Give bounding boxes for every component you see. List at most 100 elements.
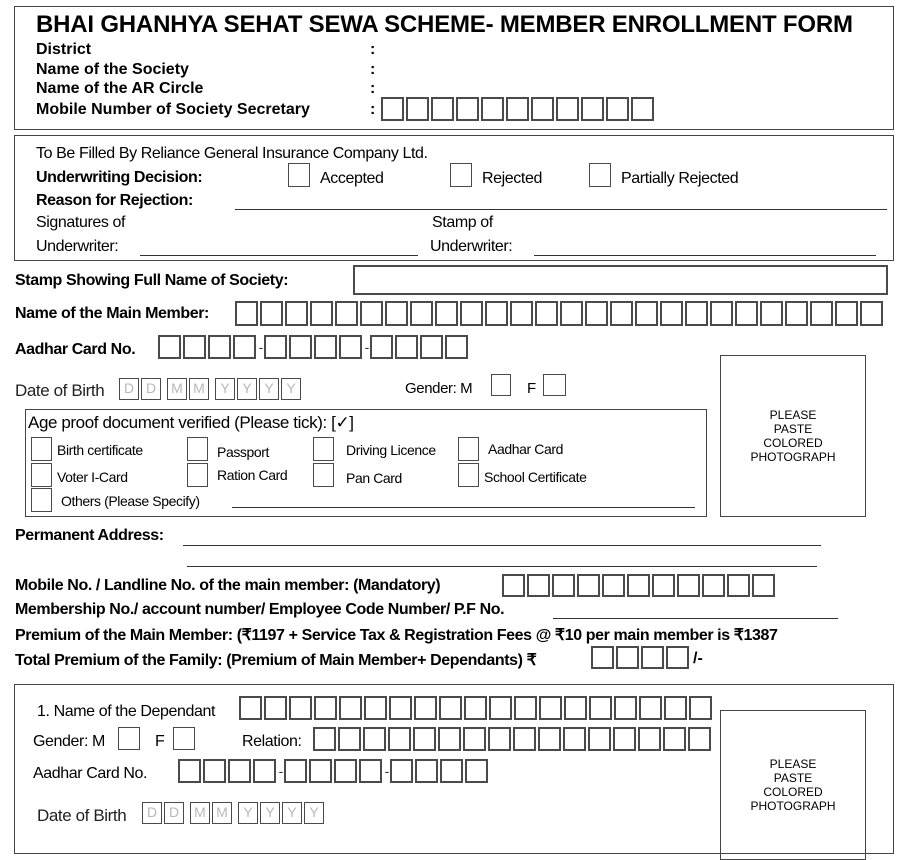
char-box[interactable] (677, 574, 700, 597)
char-box[interactable] (513, 727, 536, 751)
char-box[interactable] (585, 301, 608, 326)
char-box[interactable] (531, 97, 554, 121)
main-member-photo-box[interactable]: PLEASE PASTE COLORED PHOTOGRAPH (720, 355, 866, 517)
char-box[interactable] (627, 574, 650, 597)
char-box[interactable] (602, 574, 625, 597)
char-box[interactable] (610, 301, 633, 326)
char-box[interactable] (688, 727, 711, 751)
char-box[interactable] (631, 97, 654, 121)
dependant-gender-m-checkbox[interactable] (118, 727, 140, 750)
birth-certificate-checkbox[interactable] (31, 437, 52, 461)
char-box[interactable] (514, 696, 537, 720)
aadhar-digit-box[interactable] (233, 335, 256, 359)
ration-card-checkbox[interactable] (187, 463, 208, 487)
aadhar-digit-box[interactable] (284, 759, 307, 783)
dob-digit-box[interactable]: D (142, 802, 162, 824)
accepted-checkbox[interactable] (288, 163, 310, 187)
others-specify-field[interactable] (232, 492, 695, 508)
char-box[interactable] (638, 727, 661, 751)
aadhar-digit-box[interactable] (158, 335, 181, 359)
char-box[interactable] (456, 97, 479, 121)
dependant-name-boxes[interactable] (239, 696, 714, 720)
char-box[interactable] (260, 301, 283, 326)
dob-digit-box[interactable]: M (212, 802, 232, 824)
char-box[interactable] (314, 696, 337, 720)
district-field[interactable] (380, 41, 860, 59)
ar-circle-field[interactable] (380, 80, 860, 98)
char-box[interactable] (313, 727, 336, 751)
char-box[interactable] (613, 727, 636, 751)
char-box[interactable] (385, 301, 408, 326)
char-box[interactable] (389, 696, 412, 720)
char-box[interactable] (488, 727, 511, 751)
aadhar-digit-box[interactable] (370, 335, 393, 359)
char-box[interactable] (581, 97, 604, 121)
char-box[interactable] (563, 727, 586, 751)
aadhar-digit-box[interactable] (289, 335, 312, 359)
partially-rejected-checkbox[interactable] (589, 163, 611, 187)
dob-digit-box[interactable]: Y (215, 378, 235, 400)
char-box[interactable] (413, 727, 436, 751)
aadhar-digit-box[interactable] (465, 759, 488, 783)
rejected-checkbox[interactable] (450, 163, 472, 187)
char-box[interactable] (381, 97, 404, 121)
char-box[interactable] (689, 696, 712, 720)
char-box[interactable] (685, 301, 708, 326)
dob-digit-box[interactable]: Y (238, 802, 258, 824)
society-name-field[interactable] (380, 61, 860, 79)
char-box[interactable] (835, 301, 858, 326)
dob-digit-box[interactable]: Y (237, 378, 257, 400)
char-box[interactable] (289, 696, 312, 720)
membership-number-field[interactable] (553, 601, 838, 619)
society-stamp-field[interactable] (353, 265, 888, 295)
dob-digit-box[interactable]: D (119, 378, 139, 400)
underwriter-signature-field[interactable] (140, 238, 418, 256)
char-box[interactable] (414, 696, 437, 720)
aadhar-digit-box[interactable] (420, 335, 443, 359)
char-box[interactable] (335, 301, 358, 326)
char-box[interactable] (438, 727, 461, 751)
school-certificate-checkbox[interactable] (458, 463, 479, 487)
dob-digit-box[interactable]: Y (304, 802, 324, 824)
char-box[interactable] (535, 301, 558, 326)
dob-digit-box[interactable]: M (190, 802, 210, 824)
char-box[interactable] (360, 301, 383, 326)
main-member-gender-f-checkbox[interactable] (543, 374, 566, 396)
char-box[interactable] (264, 696, 287, 720)
char-box[interactable] (435, 301, 458, 326)
char-box[interactable] (538, 727, 561, 751)
dependant-relation-boxes[interactable] (313, 727, 713, 751)
passport-checkbox[interactable] (187, 437, 208, 461)
driving-licence-checkbox[interactable] (313, 437, 334, 461)
aadhar-digit-box[interactable] (228, 759, 251, 783)
char-box[interactable] (752, 574, 775, 597)
aadhar-digit-box[interactable] (309, 759, 332, 783)
char-box[interactable] (614, 696, 637, 720)
char-box[interactable] (735, 301, 758, 326)
char-box[interactable] (439, 696, 462, 720)
permanent-address-line1[interactable] (183, 528, 821, 546)
char-box[interactable] (339, 696, 362, 720)
main-member-name-boxes[interactable] (235, 301, 885, 326)
char-box[interactable] (406, 97, 429, 121)
dependant-dob-boxes[interactable]: DDMMYYYY (142, 802, 326, 824)
char-box[interactable] (556, 97, 579, 121)
aadhar-digit-box[interactable] (183, 335, 206, 359)
char-box[interactable] (810, 301, 833, 326)
aadhar-digit-box[interactable] (253, 759, 276, 783)
char-box[interactable] (564, 696, 587, 720)
aadhar-digit-box[interactable] (415, 759, 438, 783)
char-box[interactable] (727, 574, 750, 597)
char-box[interactable] (652, 574, 675, 597)
char-box[interactable] (560, 301, 583, 326)
aadhar-digit-box[interactable] (445, 335, 468, 359)
dependant-aadhar-boxes[interactable]: -- (178, 759, 490, 783)
aadhar-digit-box[interactable] (334, 759, 357, 783)
main-member-dob-boxes[interactable]: DDMMYYYY (119, 378, 303, 400)
char-box[interactable] (239, 696, 262, 720)
char-box[interactable] (527, 574, 550, 597)
char-box[interactable] (591, 646, 614, 669)
char-box[interactable] (285, 301, 308, 326)
char-box[interactable] (588, 727, 611, 751)
dependant-photo-box[interactable]: PLEASE PASTE COLORED PHOTOGRAPH (720, 710, 866, 860)
